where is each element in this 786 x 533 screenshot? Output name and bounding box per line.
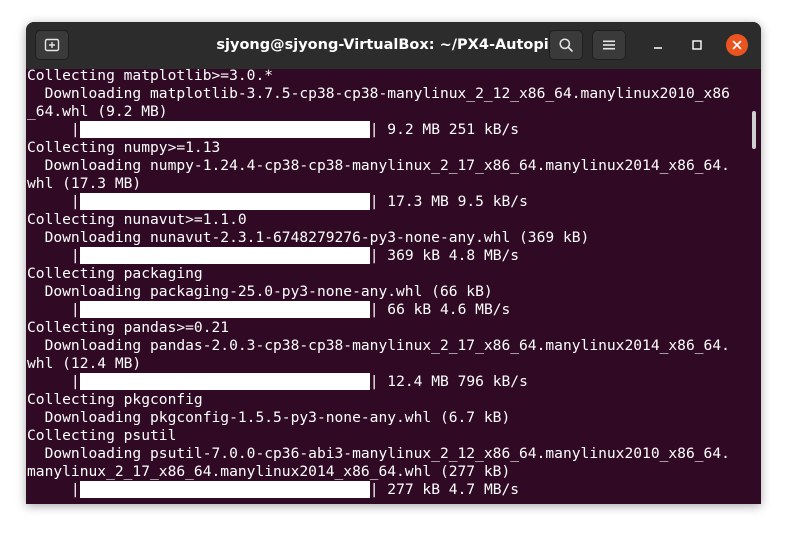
output-line: Collecting nunavut>=1.1.0 [27,211,730,229]
progress-bar [79,121,370,138]
progress-stats: | 66 kB 4.6 MB/s [369,301,511,318]
minimize-button[interactable] [647,34,669,56]
maximize-button[interactable] [686,34,708,56]
progress-bar [79,247,370,264]
progress-line: | | 66 kB 4.6 MB/s [27,301,730,319]
output-line: Downloading psutil-7.0.0-cp36-abi3-manyl… [27,445,730,463]
output-line: Downloading pandas-2.0.3-cp38-cp38-manyl… [27,337,730,355]
line-text: Downloading pkgconfig-1.5.5-py3-none-any… [27,409,511,426]
progress-stats: | 9.2 MB 251 kB/s [369,121,520,138]
line-text: Collecting pandas>=0.21 [27,319,230,336]
output-line: Collecting matplotlib>=3.0.* [27,69,730,85]
line-text: Downloading nunavut-2.3.1-6748279276-py3… [27,229,590,246]
line-text: Collecting nunavut>=1.1.0 [27,211,247,228]
output-line: Downloading matplotlib-3.7.5-cp38-cp38-m… [27,85,730,103]
progress-line: | | 369 kB 4.8 MB/s [27,247,730,265]
progress-bar [79,301,370,318]
output-line: Collecting numpy>=1.13 [27,139,730,157]
output-line: Downloading nunavut-2.3.1-6748279276-py3… [27,229,730,247]
progress-stats: | 17.3 MB 9.5 kB/s [369,193,528,210]
progress-bar [79,481,370,498]
progress-bar [79,193,370,210]
line-text: Downloading psutil-7.0.0-cp36-abi3-manyl… [27,445,730,462]
line-text: whl (12.4 MB) [27,355,142,372]
progress-stats: | 369 kB 4.8 MB/s [369,247,520,264]
line-text: | [27,301,80,318]
progress-line: | | 17.3 MB 9.5 kB/s [27,193,730,211]
maximize-icon [692,40,702,50]
line-text: whl (17.3 MB) [27,175,142,192]
output-line: Collecting pkgconfig [27,391,730,409]
output-line: whl (17.3 MB) [27,175,730,193]
line-text: Collecting psutil [27,427,177,444]
line-text: | [27,481,80,498]
terminal-output[interactable]: Collecting matplotlib>=3.0.* Downloading… [26,69,761,504]
menu-button[interactable] [592,30,626,60]
output-line: Collecting packaging [27,265,730,283]
output-line: Collecting pandas>=0.21 [27,319,730,337]
scrollbar-thumb[interactable] [752,111,756,149]
line-text: Downloading numpy-1.24.4-cp38-cp38-manyl… [27,157,730,174]
line-text: Collecting pkgconfig [27,391,203,408]
output-line: Downloading pkgconfig-1.5.5-py3-none-any… [27,409,730,427]
hamburger-menu-icon [603,40,615,50]
close-icon [732,40,742,50]
minimize-icon [654,47,662,49]
line-text: | [27,247,80,264]
new-tab-icon [44,38,60,52]
search-button[interactable] [549,30,583,60]
line-text: Downloading pandas-2.0.3-cp38-cp38-manyl… [27,337,730,354]
line-text: Downloading matplotlib-3.7.5-cp38-cp38-m… [27,85,730,102]
title-bar[interactable]: sjyong@sjyong-VirtualBox: ~/PX4-Autopilo… [26,22,761,69]
line-text: Collecting numpy>=1.13 [27,139,221,156]
output-line: _64.whl (9.2 MB) [27,103,730,121]
search-icon [559,38,573,52]
output-line: whl (12.4 MB) [27,355,730,373]
output-line: Downloading numpy-1.24.4-cp38-cp38-manyl… [27,157,730,175]
line-text: Collecting matplotlib>=3.0.* [27,69,274,84]
progress-line: | | 277 kB 4.7 MB/s [27,481,730,499]
progress-stats: | 12.4 MB 796 kB/s [369,373,528,390]
line-text: Collecting packaging [27,265,203,282]
output-line: manylinux_2_17_x86_64.manylinux2014_x86_… [27,463,730,481]
close-button[interactable] [726,34,748,56]
progress-line: | | 12.4 MB 796 kB/s [27,373,730,391]
progress-stats: | 277 kB 4.7 MB/s [369,481,520,498]
terminal-window: sjyong@sjyong-VirtualBox: ~/PX4-Autopilo… [26,22,761,504]
line-text: Downloading packaging-25.0-py3-none-any.… [27,283,493,300]
output-line: Collecting psutil [27,427,730,445]
output-line: Downloading packaging-25.0-py3-none-any.… [27,283,730,301]
line-text: | [27,193,80,210]
progress-line: | | 9.2 MB 251 kB/s [27,121,730,139]
line-text: | [27,373,80,390]
new-tab-button[interactable] [35,30,69,60]
line-text: manylinux_2_17_x86_64.manylinux2014_x86_… [27,463,511,480]
progress-bar [79,373,370,390]
line-text: | [27,121,80,138]
terminal-lines: Collecting matplotlib>=3.0.* Downloading… [27,69,730,499]
line-text: _64.whl (9.2 MB) [27,103,168,120]
